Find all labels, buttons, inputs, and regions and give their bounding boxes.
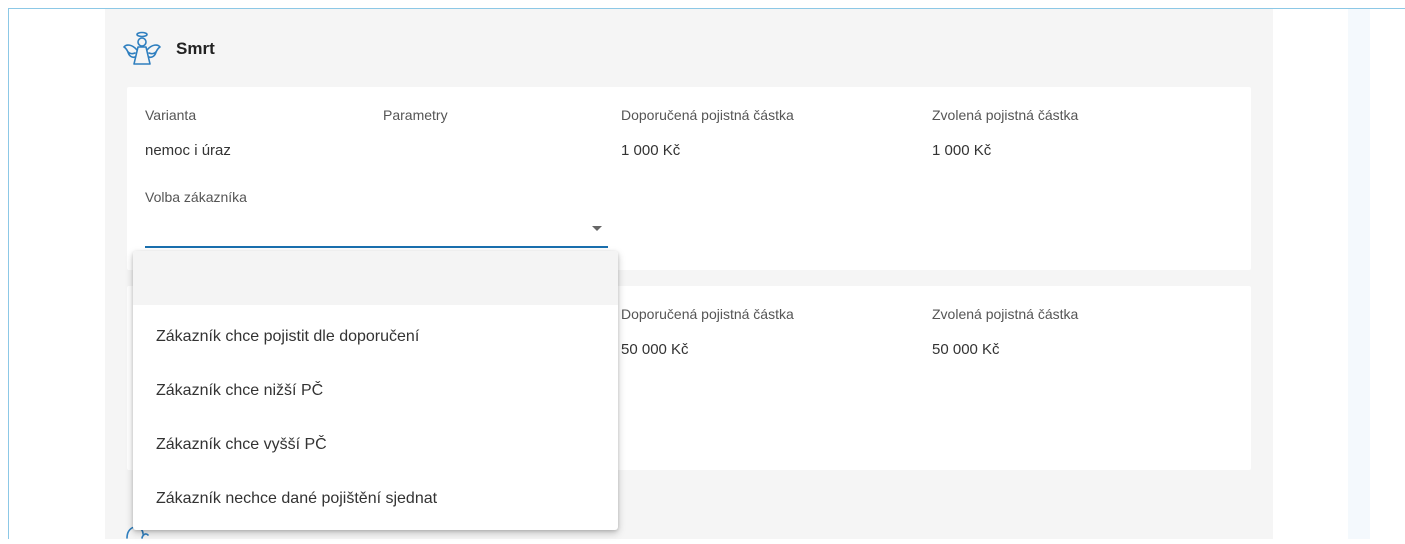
recommended-amount-label-2: Doporučená pojistná částka xyxy=(621,306,794,322)
chosen-amount-value: 1 000 Kč xyxy=(932,142,992,159)
customer-choice-dropdown-menu: Zákazník chce pojistit dle doporučení Zá… xyxy=(133,251,618,530)
angel-icon xyxy=(122,31,162,67)
variant-label: Varianta xyxy=(145,107,197,123)
variant-value: nemoc i úraz xyxy=(145,142,231,159)
customer-choice-select[interactable] xyxy=(145,214,608,248)
recommended-amount-value-2: 50 000 Kč xyxy=(621,341,689,358)
right-panel-strip xyxy=(1348,9,1370,539)
dropdown-option-as-recommended[interactable]: Zákazník chce pojistit dle doporučení xyxy=(133,315,618,359)
dropdown-option-decline[interactable]: Zákazník nechce dané pojištění sjednat xyxy=(133,477,618,521)
dropdown-option-empty[interactable] xyxy=(133,251,618,305)
section-title: Smrt xyxy=(176,39,215,58)
recommended-amount-value: 1 000 Kč xyxy=(621,142,681,159)
section-header: Smrt xyxy=(122,24,215,74)
dropdown-option-higher-amount[interactable]: Zákazník chce vyšší PČ xyxy=(133,423,618,467)
chosen-amount-label: Zvolená pojistná částka xyxy=(932,107,1079,123)
recommended-amount-label: Doporučená pojistná částka xyxy=(621,107,794,123)
customer-choice-label: Volba zákazníka xyxy=(145,189,247,205)
dropdown-arrow-icon[interactable] xyxy=(592,226,602,231)
dropdown-option-lower-amount[interactable]: Zákazník chce nižší PČ xyxy=(133,369,618,413)
chosen-amount-value-2: 50 000 Kč xyxy=(932,341,1000,358)
params-label: Parametry xyxy=(383,107,448,123)
chosen-amount-label-2: Zvolená pojistná částka xyxy=(932,306,1079,322)
